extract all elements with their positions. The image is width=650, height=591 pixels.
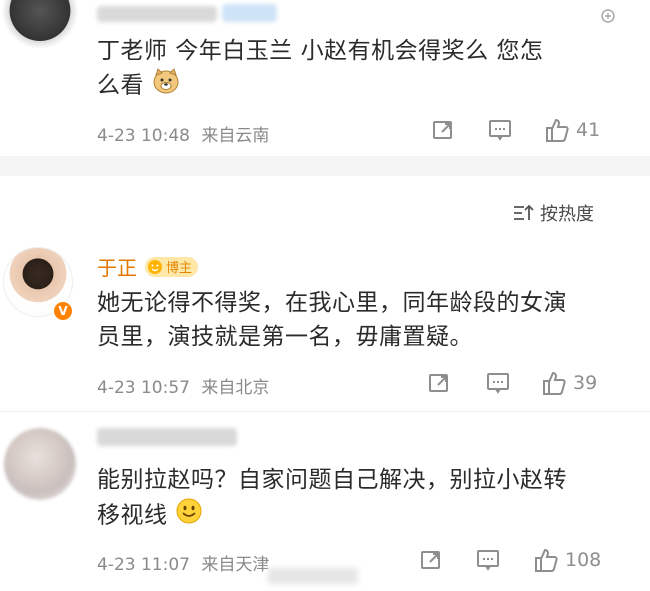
username-blurred[interactable] [97,428,237,446]
thumbs-up-icon [546,118,569,142]
comment-meta: 4-23 11:07 来自天津 [97,550,269,575]
thumbs-up-icon [535,548,558,572]
author-row: 于正 博主 [97,252,199,281]
divider [0,411,650,412]
reply-button[interactable] [476,549,500,571]
comment-meta: 4-23 10:57 来自北京 [97,373,269,398]
sort-icon [514,204,534,220]
comment-text-fragment: 么看 [97,72,144,99]
watermark-blur [268,568,358,584]
comment-text-fragment: 移视线 [97,502,168,529]
verified-badge: V [52,300,74,322]
like-button[interactable]: 39 [541,370,597,396]
comment-icon [489,120,511,141]
comment-date: 4-23 10:48 [97,126,190,146]
author-name[interactable]: 于正 [97,252,137,281]
divider [0,156,650,176]
like-button[interactable]: 41 [544,117,600,143]
comment-icon [477,550,499,571]
avatar[interactable] [0,0,80,48]
comment-date: 4-23 11:07 [97,555,190,575]
username-blurred[interactable] [97,6,217,22]
sort-toggle[interactable]: 按热度 [512,200,594,226]
share-icon [433,121,452,139]
comment-text-line: 能别拉赵吗？自家问题自己解决，别拉小赵转 [97,467,567,493]
badge-blurred [222,4,277,22]
like-count: 41 [576,119,601,141]
like-count: 108 [565,549,602,571]
share-icon [429,374,448,392]
comment-text: 丁老师 今年白玉兰 小赵有机会得奖么 您怎 么看 [97,34,617,104]
comment-text-line: 么看 [97,68,617,104]
avatar[interactable] [4,428,76,500]
comment-text: 能别拉赵吗？自家问题自己解决，别拉小赵转 移视线 [97,463,627,535]
share-button[interactable] [420,549,442,571]
share-button[interactable] [432,119,454,141]
comment-date: 4-23 10:57 [97,378,190,398]
thumbs-up-icon [543,371,566,395]
expand-icon[interactable] [600,8,616,24]
like-button[interactable]: 108 [533,547,601,573]
reply-button[interactable] [488,119,512,141]
like-count: 39 [573,372,598,394]
comment-text-line: 她无论得不得奖，在我心里，同年龄段的女演 [97,290,567,316]
doge-emoji [152,68,180,104]
comment-meta: 4-23 10:48 来自云南 [97,121,269,146]
comment-icon [487,373,509,394]
badge-label: 博主 [166,261,193,276]
share-button[interactable] [428,372,450,394]
comment-text: 她无论得不得奖，在我心里，同年龄段的女演 员里，演技就是第一名，毋庸置疑。 [97,286,627,354]
comment-source: 来自天津 [201,555,270,575]
blogger-badge: 博主 [145,256,199,277]
comment-source: 来自云南 [201,126,270,146]
share-icon [421,551,440,569]
comment-source: 来自北京 [201,378,270,398]
verified-mark: V [58,304,68,318]
smiley-badge-icon [148,259,162,274]
reply-button[interactable] [486,372,510,394]
sort-label: 按热度 [540,204,594,225]
smile-emoji [175,497,203,535]
comment-text-line: 员里，演技就是第一名，毋庸置疑。 [97,324,473,350]
comment-text-line: 丁老师 今年白玉兰 小赵有机会得奖么 您怎 [97,38,544,64]
comment-text-line: 移视线 [97,497,627,535]
